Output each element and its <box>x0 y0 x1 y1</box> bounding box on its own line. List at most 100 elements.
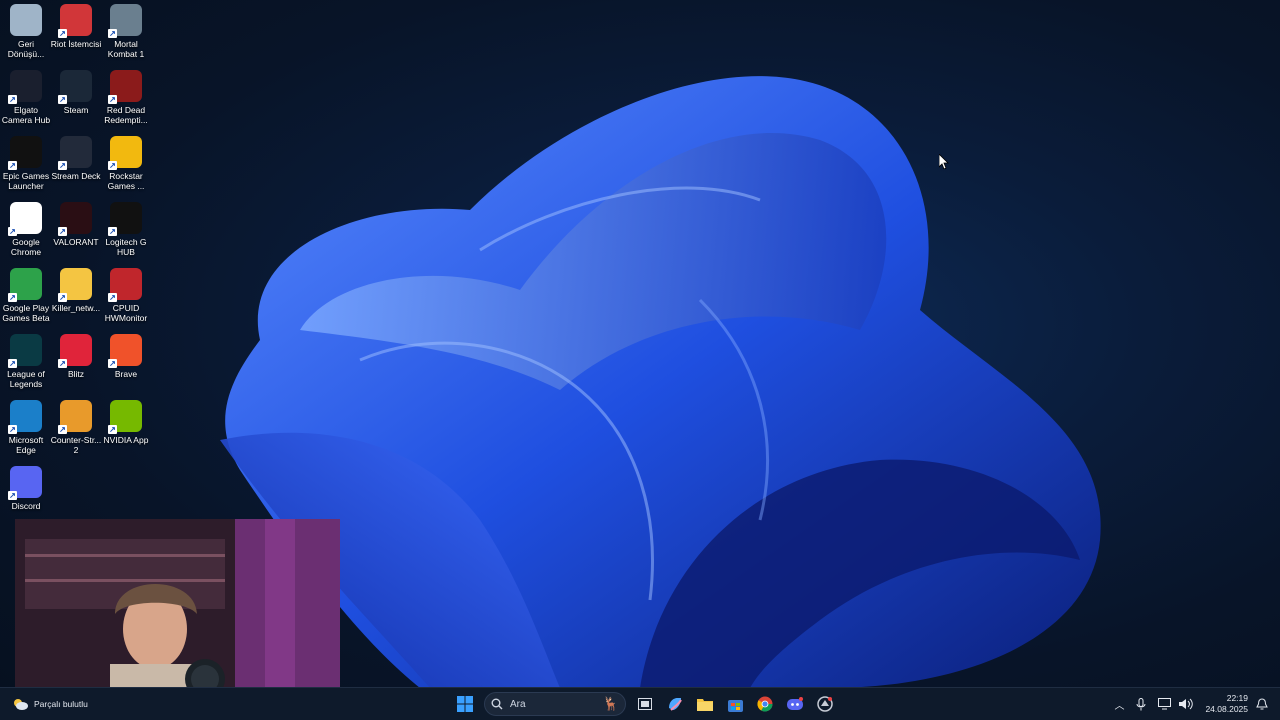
desktop-icon-edge[interactable]: ↗ Microsoft Edge <box>0 396 52 458</box>
desktop-icon-rockstar[interactable]: ↗ Rockstar Games ... <box>100 132 152 194</box>
desktop-icon-discord[interactable]: ↗ Discord <box>0 462 52 524</box>
store-button[interactable] <box>722 691 748 717</box>
shortcut-arrow-icon: ↗ <box>108 293 117 302</box>
league-icon: ↗ <box>8 334 42 368</box>
folder-icon <box>697 699 713 711</box>
logitech-icon: ↗ <box>108 202 142 236</box>
shortcut-arrow-icon: ↗ <box>58 425 67 434</box>
desktop-icon-label: Microsoft Edge <box>8 435 44 455</box>
blitz-icon: ↗ <box>58 334 92 368</box>
discord-taskbar-button[interactable] <box>782 691 808 717</box>
desktop-icon-blitz[interactable]: ↗ Blitz <box>50 330 102 392</box>
recycle-bin-icon <box>10 4 42 36</box>
chrome-icon <box>757 696 773 712</box>
desktop-icon-label: CPUID HWMonitor <box>104 303 148 323</box>
desktop-icon-label: Geri Dönüşü... <box>7 39 45 59</box>
shortcut-arrow-icon: ↗ <box>58 359 67 368</box>
copilot-icon <box>669 698 682 711</box>
red-dead-icon: ↗ <box>108 70 142 104</box>
folder-icon: ↗ <box>58 268 92 302</box>
clock-date: 24.08.2025 <box>1205 704 1248 714</box>
desktop-icon-label: Riot İstemcisi <box>50 39 102 49</box>
notification-bell-icon[interactable] <box>1256 698 1268 710</box>
shortcut-arrow-icon: ↗ <box>8 161 17 170</box>
desktop-icon-recycle-bin[interactable]: Geri Dönüşü... <box>0 0 52 62</box>
desktop-icon-label: Epic Games Launcher <box>2 171 50 191</box>
desktop-icon-label: Discord <box>11 501 41 511</box>
mortal-kombat-icon: ↗ <box>108 4 142 38</box>
riot-client-icon <box>817 696 833 712</box>
desktop-icon-logitech[interactable]: ↗ Logitech G HUB <box>100 198 152 260</box>
chrome-icon: ↗ <box>8 202 42 236</box>
desktop-icon-play-games[interactable]: ↗ Google Play Games Beta <box>0 264 52 326</box>
store-icon <box>727 699 743 712</box>
task-view-button[interactable] <box>632 691 658 717</box>
desktop-icon-league[interactable]: ↗ League of Legends <box>0 330 52 392</box>
desktop-icon-label: Counter-Str... 2 <box>50 435 102 455</box>
mouse-cursor-icon <box>939 154 949 169</box>
shortcut-arrow-icon: ↗ <box>8 359 17 368</box>
shortcut-arrow-icon: ↗ <box>58 227 67 236</box>
desktop-icon-brave[interactable]: ↗ Brave <box>100 330 152 392</box>
microphone-icon[interactable] <box>1136 697 1146 711</box>
desktop-icon-valorant[interactable]: ↗ VALORANT <box>50 198 102 260</box>
weather-text: Parçalı bulutlu <box>34 699 88 709</box>
shortcut-arrow-icon: ↗ <box>108 425 117 434</box>
epic-games-icon: ↗ <box>8 136 42 170</box>
desktop-icon-folder[interactable]: ↗ Killer_netw... <box>50 264 102 326</box>
elgato-icon: ↗ <box>8 70 42 104</box>
shortcut-arrow-icon: ↗ <box>8 293 17 302</box>
discord-icon: ↗ <box>8 466 42 500</box>
shortcut-arrow-icon: ↗ <box>58 293 67 302</box>
copilot-button[interactable] <box>662 691 688 717</box>
desktop-icon-riot-client[interactable]: ↗ Riot İstemcisi <box>50 0 102 62</box>
shortcut-arrow-icon: ↗ <box>108 359 117 368</box>
network-icon[interactable] <box>1158 698 1172 710</box>
brave-icon: ↗ <box>108 334 142 368</box>
taskbar: Parçalı bulutlu Ara 🦌 ︿ 22:19 24.08.2025 <box>0 687 1280 720</box>
desktop-icon-label: Rockstar Games ... <box>107 171 145 191</box>
clock-time: 22:19 <box>1226 693 1248 703</box>
desktop-icon-label: Blitz <box>67 369 85 379</box>
cs2-icon: ↗ <box>58 400 92 434</box>
desktop-icon-label: Google Play Games Beta <box>2 303 50 323</box>
shortcut-arrow-icon: ↗ <box>58 29 67 38</box>
desktop-icon-cs2[interactable]: ↗ Counter-Str... 2 <box>50 396 102 458</box>
desktop-icon-label: Brave <box>114 369 138 379</box>
windows-logo-icon <box>457 696 473 712</box>
file-explorer-button[interactable] <box>692 691 718 717</box>
chrome-taskbar-button[interactable] <box>752 691 778 717</box>
desktop-icon-epic-games[interactable]: ↗ Epic Games Launcher <box>0 132 52 194</box>
show-hidden-icons-chevron-icon[interactable]: ︿ <box>1114 697 1124 712</box>
weather-widget[interactable]: Parçalı bulutlu <box>12 697 172 711</box>
shortcut-arrow-icon: ↗ <box>8 95 17 104</box>
volume-icon[interactable] <box>1179 698 1194 710</box>
shortcut-arrow-icon: ↗ <box>8 425 17 434</box>
stream-deck-icon: ↗ <box>58 136 92 170</box>
desktop-icon-mortal-kombat[interactable]: ↗ Mortal Kombat 1 <box>100 0 152 62</box>
desktop-icon-label: Steam <box>63 105 89 115</box>
desktop-icon-nvidia[interactable]: ↗ NVIDIA App <box>100 396 152 458</box>
shortcut-arrow-icon: ↗ <box>8 227 17 236</box>
desktop-icon-elgato[interactable]: ↗ Elgato Camera Hub <box>0 66 52 128</box>
desktop-icon-red-dead[interactable]: ↗ Red Dead Redempti... <box>100 66 152 128</box>
riot-taskbar-button[interactable] <box>812 691 838 717</box>
desktop-icon-label: Logitech G HUB <box>105 237 147 257</box>
desktop-icon-steam[interactable]: ↗ Steam <box>50 66 102 128</box>
search-box[interactable]: Ara 🦌 <box>484 692 626 716</box>
clock[interactable]: 22:19 24.08.2025 <box>1205 693 1248 715</box>
nvidia-icon: ↗ <box>108 400 142 434</box>
desktop-icon-chrome[interactable]: ↗ Google Chrome <box>0 198 52 260</box>
shortcut-arrow-icon: ↗ <box>8 491 17 500</box>
desktop-icon-hwmonitor[interactable]: ↗ CPUID HWMonitor <box>100 264 152 326</box>
webcam-overlay <box>15 519 340 703</box>
valorant-icon: ↗ <box>58 202 92 236</box>
steam-icon: ↗ <box>58 70 92 104</box>
start-button[interactable] <box>452 691 478 717</box>
riot-client-icon: ↗ <box>58 4 92 38</box>
desktop-icon-label: Red Dead Redempti... <box>104 105 148 125</box>
desktop-icon-label: Elgato Camera Hub <box>1 105 51 125</box>
desktop-icon-stream-deck[interactable]: ↗ Stream Deck <box>50 132 102 194</box>
desktop-icon-label: Mortal Kombat 1 <box>107 39 145 59</box>
partly-cloudy-icon <box>14 699 28 710</box>
